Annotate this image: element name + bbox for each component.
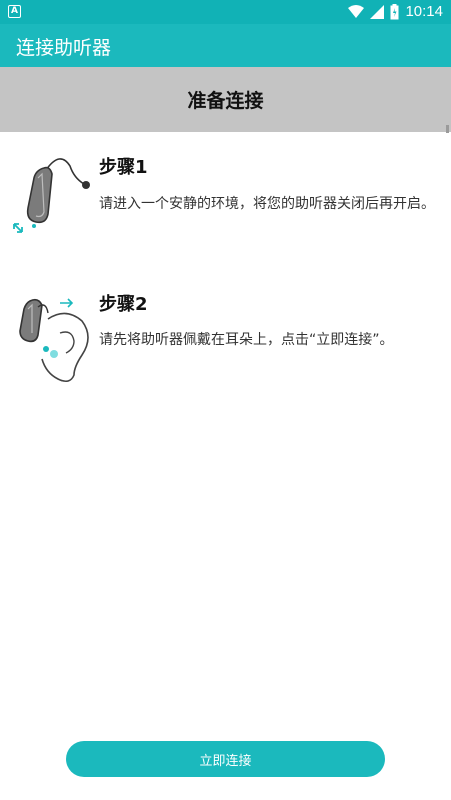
- connect-now-button[interactable]: 立即连接: [66, 741, 385, 777]
- notification-icon: A: [8, 5, 21, 18]
- section-header: 准备连接: [0, 67, 451, 132]
- wifi-icon: [348, 4, 365, 18]
- step-1-title: 步骤1: [99, 157, 148, 178]
- status-icons: 10:14: [348, 3, 443, 20]
- scrollbar[interactable]: [446, 125, 449, 133]
- step-1-description: 请进入一个安静的环境，将您的助听器关闭后再开启。: [99, 196, 435, 212]
- battery-icon: [390, 3, 399, 19]
- hearing-aid-power-icon: [13, 158, 90, 233]
- status-bar: A 10:14: [0, 0, 451, 24]
- clock: 10:14: [405, 3, 443, 20]
- step-2-description: 请先将助听器佩戴在耳朵上，点击“立即连接”。: [99, 332, 394, 348]
- section-title: 准备连接: [187, 90, 264, 112]
- signal-icon: [370, 4, 385, 19]
- app-bar: 连接助听器: [0, 24, 451, 67]
- hearing-aid-ear-icon: [19, 298, 89, 383]
- app-title: 连接助听器: [16, 37, 112, 59]
- step-2-title: 步骤2: [99, 294, 148, 315]
